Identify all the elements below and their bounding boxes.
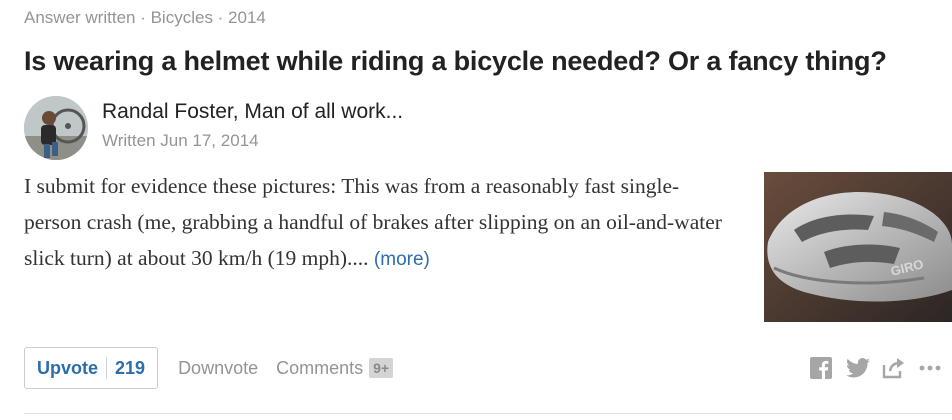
- upvote-separator: [106, 357, 108, 379]
- upvote-count: 219: [115, 357, 146, 378]
- comments-button[interactable]: Comments 9+: [276, 357, 394, 379]
- topic-link[interactable]: Bicycles: [151, 8, 213, 27]
- answer-excerpt: I submit for evidence these pictures: Th…: [24, 168, 736, 278]
- downvote-button[interactable]: Downvote: [178, 358, 258, 379]
- upvote-button[interactable]: Upvote 219: [24, 347, 159, 389]
- share-icon[interactable]: [882, 357, 906, 379]
- more-icon[interactable]: [918, 364, 942, 372]
- action-bar: Upvote 219 Downvote Comments 9+: [24, 346, 394, 390]
- more-link[interactable]: (more): [374, 249, 430, 270]
- written-date: Written Jun 17, 2014: [102, 131, 259, 150]
- answer-meta: Answer written · Bicycles · 2014: [24, 8, 266, 28]
- question-title[interactable]: Is wearing a helmet while riding a bicyc…: [24, 46, 887, 77]
- meta-year: · 2014: [212, 8, 266, 27]
- divider: [24, 413, 952, 414]
- answer-photo[interactable]: GIRO: [764, 172, 952, 322]
- comments-count-badge: 9+: [369, 357, 394, 378]
- upvote-label: Upvote: [37, 357, 99, 378]
- avatar[interactable]: [24, 96, 88, 160]
- twitter-icon[interactable]: [846, 358, 870, 378]
- meta-prefix: Answer written ·: [24, 8, 151, 27]
- author-name[interactable]: Randal Foster, Man of all work...: [102, 100, 403, 124]
- share-bar: [810, 352, 942, 384]
- comments-label: Comments: [276, 357, 364, 378]
- facebook-icon[interactable]: [810, 357, 832, 379]
